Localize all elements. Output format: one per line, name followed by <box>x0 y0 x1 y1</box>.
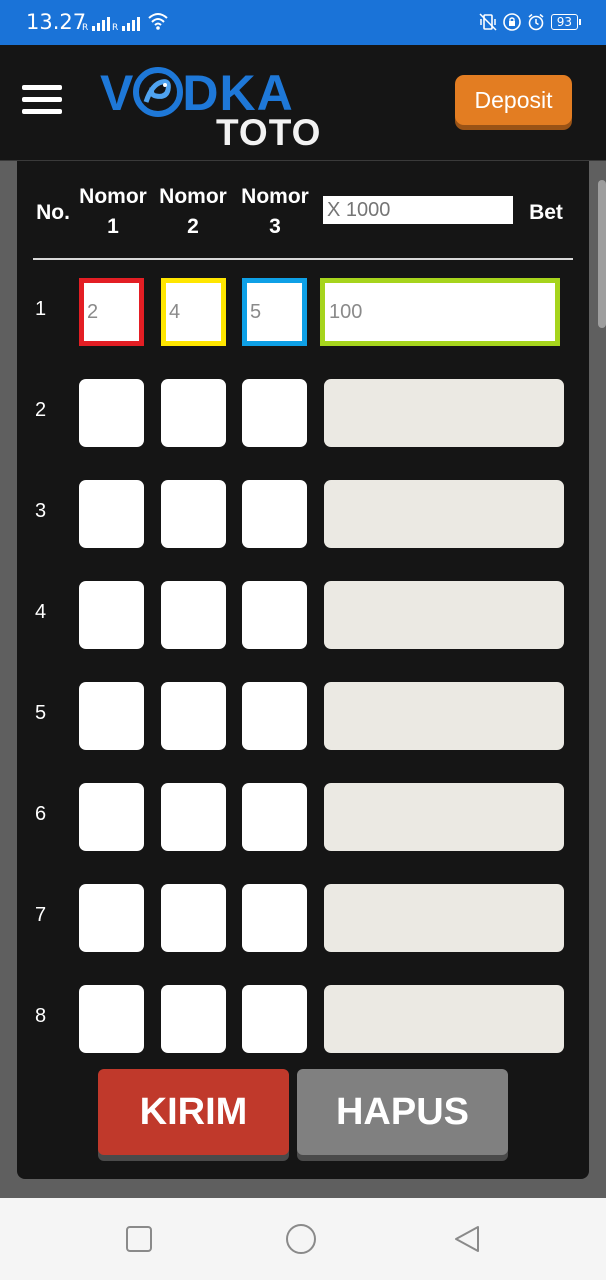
wifi-icon <box>148 13 168 30</box>
nomor-3-input[interactable] <box>242 985 307 1053</box>
table-row: 6 <box>17 783 589 851</box>
nomor-2-input[interactable] <box>161 682 226 750</box>
bet-form-panel: No. Nomor 1 Nomor 2 Nomor 3 Bet 1 2 3 4 5 6 7 8… <box>17 161 589 1179</box>
row-number: 1 <box>35 298 47 320</box>
row-number: 3 <box>35 500 47 522</box>
alarm-icon <box>528 13 544 31</box>
bet-input[interactable] <box>324 783 564 851</box>
table-row: 7 <box>17 884 589 952</box>
signal-icon-2: R <box>112 17 140 32</box>
bet-input[interactable] <box>324 682 564 750</box>
row-number: 8 <box>35 1005 47 1027</box>
table-row: 3 <box>17 480 589 548</box>
nomor-3-input[interactable] <box>242 278 307 346</box>
status-bar: 13.27 R R 93 <box>0 0 606 45</box>
nomor-1-input[interactable] <box>79 783 144 851</box>
nomor-2-input[interactable] <box>161 480 226 548</box>
column-header-nomor-3: Nomor 3 <box>241 185 309 238</box>
row-number: 7 <box>35 904 47 926</box>
nomor-2-input[interactable] <box>161 379 226 447</box>
scrollbar[interactable] <box>598 180 606 328</box>
nomor-1-input[interactable] <box>79 480 144 548</box>
nomor-2-input[interactable] <box>161 278 226 346</box>
table-row: 4 <box>17 581 589 649</box>
column-header-no: No. <box>36 201 70 224</box>
nomor-2-input[interactable] <box>161 884 226 952</box>
nomor-3-input[interactable] <box>242 884 307 952</box>
multiplier-input[interactable] <box>323 196 513 224</box>
table-row: 8 <box>17 985 589 1053</box>
circle-icon[interactable] <box>286 1224 316 1254</box>
nomor-3-input[interactable] <box>242 480 307 548</box>
table-row: 5 <box>17 682 589 750</box>
nomor-1-input[interactable] <box>79 682 144 750</box>
table-row: 2 <box>17 379 589 447</box>
logo-subtitle: TOTO <box>216 112 322 153</box>
row-number: 4 <box>35 601 47 623</box>
square-icon[interactable] <box>124 1224 154 1254</box>
nomor-3-input[interactable] <box>242 379 307 447</box>
column-header-nomor-1: Nomor 1 <box>79 185 147 238</box>
vibrate-icon <box>479 13 497 31</box>
nomor-1-input[interactable] <box>79 379 144 447</box>
nomor-1-input[interactable] <box>79 581 144 649</box>
column-header-nomor-2: Nomor 2 <box>159 185 227 238</box>
bet-input[interactable] <box>320 278 560 346</box>
battery-indicator: 93 <box>550 14 582 30</box>
row-number: 5 <box>35 702 47 724</box>
dragon-logo-icon <box>133 67 184 117</box>
nomor-1-input[interactable] <box>79 985 144 1053</box>
svg-text:R: R <box>112 23 118 32</box>
nomor-2-input[interactable] <box>161 581 226 649</box>
bet-input[interactable] <box>324 581 564 649</box>
kirim-button[interactable]: KIRIM <box>98 1069 289 1155</box>
table-row: 1 <box>17 278 589 346</box>
svg-text:R: R <box>82 23 88 32</box>
system-nav-bar <box>0 1198 606 1280</box>
row-number: 2 <box>35 399 47 421</box>
nomor-1-input[interactable] <box>79 884 144 952</box>
hapus-button[interactable]: HAPUS <box>297 1069 508 1155</box>
lock-icon <box>502 13 521 31</box>
deposit-button[interactable]: Deposit <box>455 75 572 125</box>
hamburger-menu-icon[interactable] <box>22 85 62 117</box>
nomor-3-input[interactable] <box>242 682 307 750</box>
nomor-2-input[interactable] <box>161 783 226 851</box>
bet-input[interactable] <box>324 985 564 1053</box>
nomor-3-input[interactable] <box>242 581 307 649</box>
column-header-bet: Bet <box>529 201 563 224</box>
bet-input[interactable] <box>324 379 564 447</box>
status-icons: 93 <box>479 11 582 33</box>
bet-input[interactable] <box>324 884 564 952</box>
nomor-3-input[interactable] <box>242 783 307 851</box>
nomor-2-input[interactable] <box>161 985 226 1053</box>
triangle-back-icon[interactable] <box>452 1224 482 1254</box>
bet-input[interactable] <box>324 480 564 548</box>
app-header: V DKA TOTO Deposit <box>0 45 606 161</box>
logo[interactable]: V DKA TOTO <box>100 65 330 155</box>
row-number: 6 <box>35 803 47 825</box>
status-time: 13.27 <box>26 10 87 34</box>
nomor-1-input[interactable] <box>79 278 144 346</box>
header-divider <box>33 258 573 260</box>
